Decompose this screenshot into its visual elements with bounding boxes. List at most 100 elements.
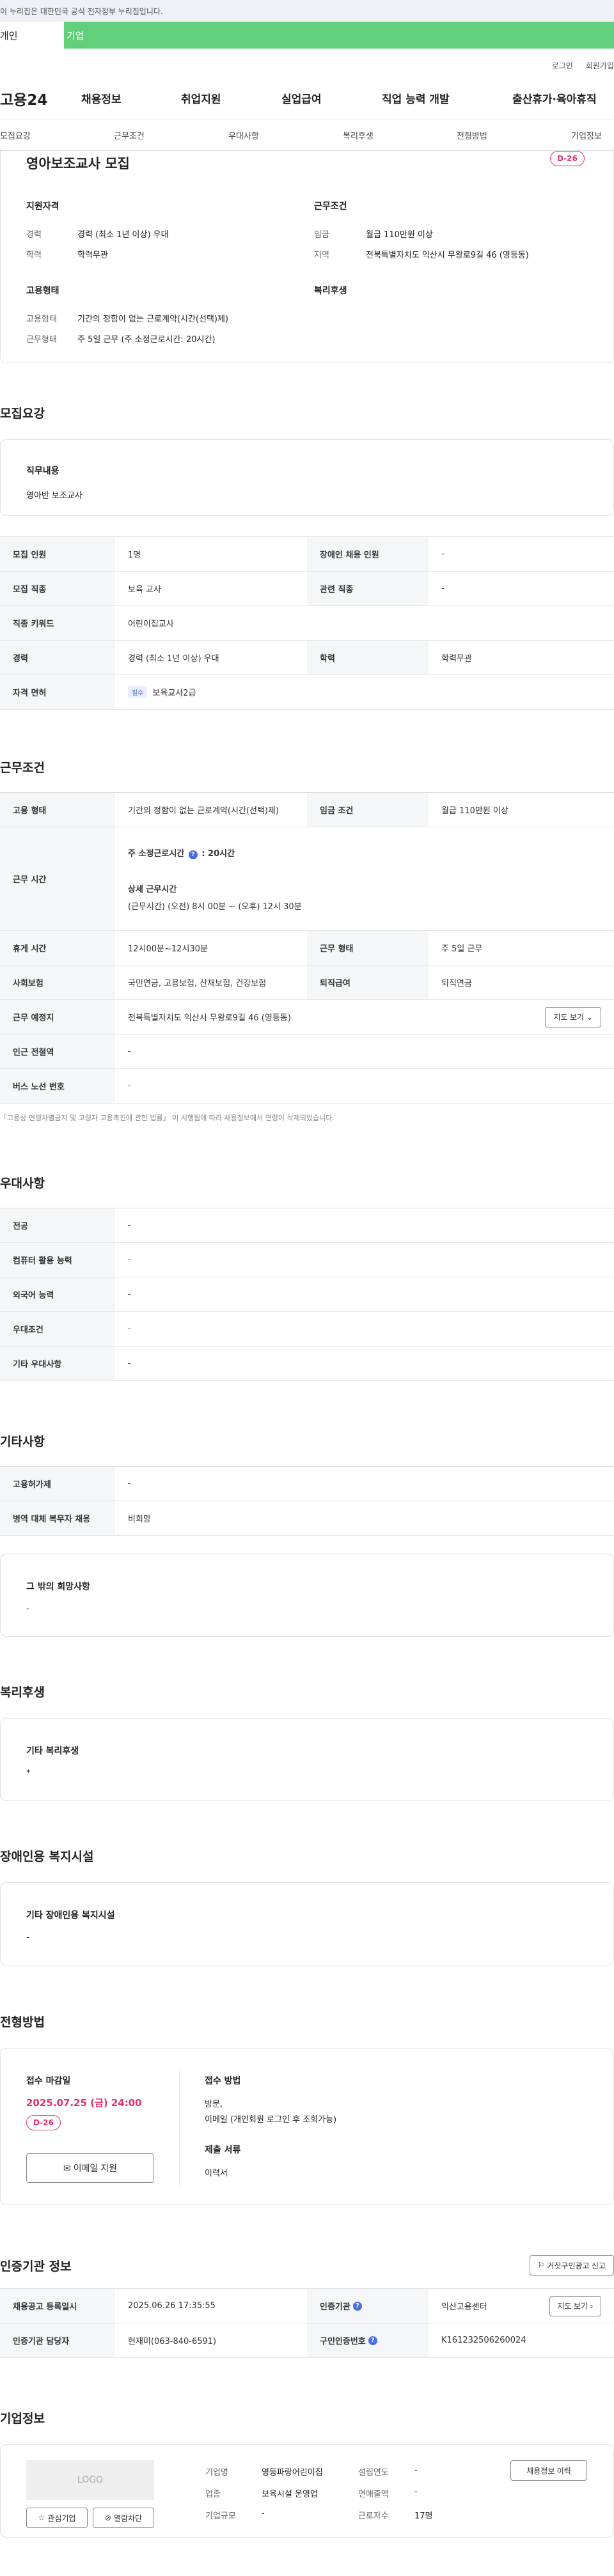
process-dday-badge: D-26: [26, 2115, 61, 2130]
recruit-career-value: 경력 (최소 1년 이상) 우대: [128, 654, 219, 664]
age-notice: 「고용상 연령차별금지 및 고령자 고용촉진에 관한 법률」 이 시행됨에 따라…: [0, 1114, 335, 1122]
job-history-button[interactable]: 채용정보 이력: [510, 2460, 587, 2481]
job-history-label: 채용정보 이력: [526, 2466, 571, 2476]
tab-person[interactable]: 개인: [0, 22, 64, 49]
company-size-label: 기업규모: [205, 2511, 236, 2521]
recruit-section: 모집요강 직무내용 영아반 보조교사 모집 인원 1명 장애인 채용 인원 - …: [0, 404, 614, 710]
company-size-value: -: [262, 2509, 265, 2518]
career-value: 경력 (최소 1년 이상) 우대: [77, 230, 169, 240]
required-badge: 필수: [128, 686, 148, 698]
table-row: 버스 노선 번호 -: [0, 1069, 614, 1104]
global-nav: 고용24 채용정보 취업지원 실업급여 직업 능력 개발 출산휴가·육아휴직: [0, 77, 614, 120]
anchor-conditions[interactable]: 근무조건: [114, 129, 145, 141]
map-view-button[interactable]: 지도 보기 ⌄: [545, 1006, 601, 1027]
founded-label: 설립연도: [358, 2468, 389, 2478]
employment-type-heading: 고용형태: [26, 286, 59, 296]
company-name-label: 기업명: [205, 2468, 228, 2478]
table-row: 우대조건 -: [0, 1312, 614, 1347]
military-service-label: 병역 대체 복무자 채용: [0, 1501, 115, 1535]
staff-count-label: 근로자수: [358, 2511, 389, 2521]
favorite-company-button[interactable]: ☆ 관심기업: [26, 2508, 88, 2528]
anchor-process[interactable]: 전형방법: [457, 129, 487, 141]
company-heading: 기업정보: [0, 2412, 45, 2426]
subway-value: -: [128, 1047, 131, 1056]
conditions-table: 고용 형태 기간의 정함이 없는 근로계약(시간(선택)제) 임금 조건 월급 …: [0, 792, 614, 1104]
gnb-item-parental-leave[interactable]: 출산휴가·육아휴직: [512, 90, 597, 106]
gnb-item-unemployment-benefit[interactable]: 실업급여: [281, 90, 322, 106]
table-row: 인증기관 담당자 현재미(063-840-6591) 구인인증번호? K1612…: [0, 2323, 614, 2358]
preference-section: 우대사항 전공 - 컴퓨터 활용 능력 - 외국어 능력 - 우대조건 - 기타…: [0, 1174, 614, 1381]
documents-label: 제출 서류: [205, 2145, 241, 2155]
employment-permit-label: 고용허가제: [0, 1467, 115, 1501]
chevron-right-icon: ›: [590, 2301, 593, 2311]
auth-map-button[interactable]: 지도 보기 ›: [549, 2295, 601, 2316]
chevron-down-icon: ⌄: [586, 1012, 593, 1022]
block-view-button[interactable]: ⊘ 열람차단: [93, 2508, 154, 2528]
insurance-value: 국민연금, 고용보험, 산재보험, 건강보험: [128, 979, 267, 988]
report-fake-ad-label: 거짓구인광고 신고: [547, 2261, 606, 2270]
workplace-cell: 전북특별자치도 익산시 무왕로9길 46 (영등동) 지도 보기 ⌄: [115, 1000, 614, 1034]
anchor-preference[interactable]: 우대사항: [228, 129, 259, 141]
recruit-count-label: 모집 인원: [0, 537, 115, 571]
report-fake-ad-button[interactable]: ⚐ 거짓구인광고 신고: [529, 2255, 614, 2275]
anchor-welfare[interactable]: 복리후생: [343, 129, 374, 141]
auth-org-label: 인증기관: [320, 2302, 350, 2312]
break-time-label: 휴게 시간: [0, 931, 115, 965]
gnb-item-jobs[interactable]: 채용정보: [81, 90, 122, 106]
disabled-facility-heading: 장애인용 복지시설: [0, 1850, 94, 1864]
wage-condition-label: 임금 조건: [307, 793, 429, 827]
login-link[interactable]: 로그인: [552, 60, 573, 77]
auth-map-label: 지도 보기: [557, 2302, 588, 2311]
signup-link[interactable]: 회원가입: [586, 60, 614, 77]
anchor-company[interactable]: 기업정보: [571, 129, 602, 141]
company-name-value: 영등파랑어린이집: [262, 2468, 323, 2478]
job-summary-card: 영아보조교사 모집 D-26 지원자격 경력 경력 (최소 1년 이상) 우대 …: [0, 148, 614, 363]
logo-text: LOGO: [77, 2475, 104, 2485]
deadline-label: 접수 마감일: [26, 2076, 71, 2086]
table-row: 인근 전철역 -: [0, 1034, 614, 1069]
table-row: 모집 인원 1명 장애인 채용 인원 -: [0, 537, 614, 572]
disabled-facility-card: 기타 장애인용 복지시설 -: [0, 1882, 614, 1965]
job-keyword-value: 어린이집교사: [128, 620, 174, 629]
qualification-heading: 지원자격: [26, 201, 59, 212]
method-line-2: 이메일 (개인회원 로그인 후 조회가능): [205, 2115, 337, 2125]
region-value: 전북특별자치도 익산시 무왕로9길 46 (영등동): [366, 251, 529, 260]
other-wishes-value: -: [26, 1604, 29, 1614]
work-form-value: 주 5일 근무 (주 소정근로시간: 20시간): [77, 335, 216, 345]
job-cert-no-label-cell: 구인인증번호?: [307, 2323, 429, 2357]
industry-value: 보육시설 운영업: [262, 2490, 318, 2499]
employment-label: 고용 형태: [0, 793, 115, 827]
career-label: 경력: [26, 230, 42, 240]
disabled-facility-section: 장애인용 복지시설 기타 장애인용 복지시설 -: [0, 1847, 614, 1965]
anchor-recruit[interactable]: 모집요강: [0, 129, 31, 141]
work-form-value: 주 5일 근무: [441, 944, 483, 954]
table-row: 경력 경력 (최소 1년 이상) 우대 학력 학력무관: [0, 641, 614, 675]
wage-value: 월급 110만원 이상: [366, 230, 433, 240]
preference-condition-label: 우대조건: [0, 1312, 115, 1346]
table-row: 휴게 시간 12시00분~12시30분 근무 형태 주 5일 근무: [0, 931, 614, 965]
etc-preference-label: 기타 우대사항: [0, 1347, 115, 1380]
conditions-section: 근무조건 고용 형태 기간의 정함이 없는 근로계약(시간(선택)제) 임금 조…: [0, 758, 614, 1123]
site-logo[interactable]: 고용24: [0, 88, 80, 109]
detail-hours-title: 상세 근무시간: [128, 884, 177, 894]
staff-count-value: 17명: [414, 2511, 433, 2521]
user-type-tabs: 개인 기업: [0, 22, 614, 49]
manager-value: 현재미(063-840-6591): [128, 2337, 217, 2346]
wage-label: 임금: [314, 230, 329, 240]
other-wishes-label: 그 밖의 희망사항: [26, 1582, 90, 1592]
gov-banner: 이 누리집은 대한민국 공식 전자정부 누리집입니다.: [0, 0, 614, 22]
insurance-label: 사회보험: [0, 965, 115, 999]
table-row: 컴퓨터 활용 능력 -: [0, 1243, 614, 1277]
language-label: 외국어 능력: [0, 1277, 115, 1311]
table-row: 외국어 능력 -: [0, 1277, 614, 1312]
employment-value: 기간의 정함이 없는 근로계약(시간(선택)제): [128, 806, 279, 816]
email-apply-button[interactable]: ✉ 이메일 지원: [26, 2153, 154, 2183]
info-icon[interactable]: ?: [352, 2301, 362, 2311]
tab-company[interactable]: 기업: [64, 22, 614, 49]
gnb-item-skills-development[interactable]: 직업 능력 개발: [382, 90, 450, 106]
info-icon[interactable]: ?: [188, 850, 198, 859]
gnb-item-employment-support[interactable]: 취업지원: [181, 90, 221, 106]
deadline-value: 2025.07.25 (금) 24:00: [26, 2097, 142, 2109]
info-icon[interactable]: ?: [368, 2336, 377, 2345]
block-view-label: 열람차단: [113, 2513, 143, 2523]
